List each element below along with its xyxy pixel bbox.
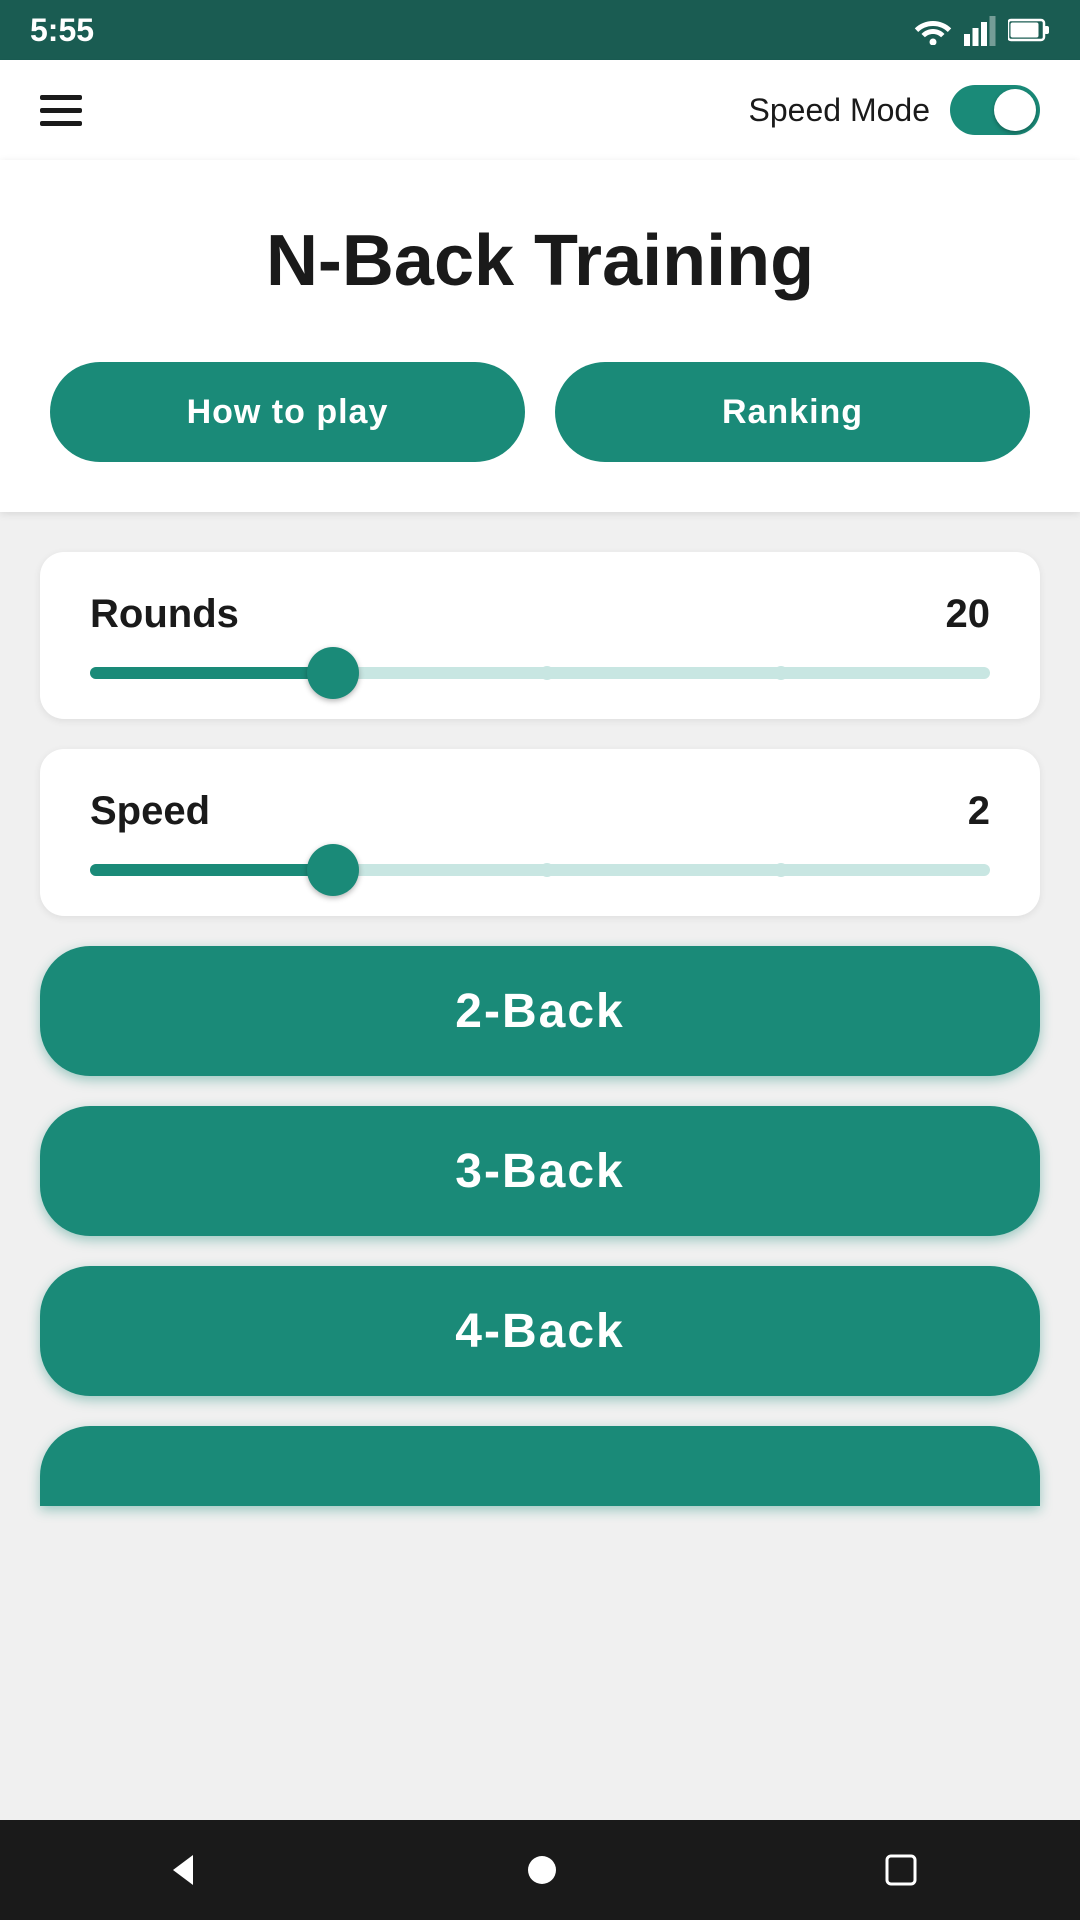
speed-label: Speed	[90, 789, 210, 834]
speed-slider-track[interactable]	[90, 864, 990, 876]
back-button[interactable]	[161, 1850, 201, 1890]
hero-buttons: How to play Ranking	[50, 362, 1030, 462]
rounds-value: 20	[946, 592, 991, 637]
rounds-slider-dot-2	[774, 666, 788, 680]
back-icon	[161, 1850, 201, 1890]
speed-mode-toggle[interactable]	[950, 85, 1040, 135]
hamburger-menu-button[interactable]	[40, 95, 82, 126]
speed-slider-dot-2	[774, 863, 788, 877]
three-back-button[interactable]: 3-Back	[40, 1106, 1040, 1236]
four-back-button[interactable]: 4-Back	[40, 1266, 1040, 1396]
rounds-slider-header: Rounds 20	[90, 592, 990, 637]
status-time: 5:55	[30, 12, 94, 49]
home-button[interactable]	[522, 1850, 562, 1890]
two-back-button[interactable]: 2-Back	[40, 946, 1040, 1076]
speed-mode-label: Speed Mode	[749, 92, 930, 129]
speed-slider-dot-1	[540, 863, 554, 877]
speed-slider-card: Speed 2	[40, 749, 1040, 916]
rounds-label: Rounds	[90, 592, 239, 637]
battery-icon	[1008, 18, 1050, 42]
bottom-nav	[0, 1820, 1080, 1920]
ranking-button[interactable]: Ranking	[555, 362, 1030, 462]
recents-icon	[883, 1852, 919, 1888]
app-bar: Speed Mode	[0, 60, 1080, 160]
app-title: N-Back Training	[50, 220, 1030, 302]
speed-slider-header: Speed 2	[90, 789, 990, 834]
status-bar: 5:55	[0, 0, 1080, 60]
how-to-play-button[interactable]: How to play	[50, 362, 525, 462]
rounds-slider-thumb[interactable]	[307, 647, 359, 699]
home-icon	[522, 1850, 562, 1890]
five-back-button-partial[interactable]	[40, 1426, 1040, 1506]
main-content: Rounds 20 Speed 2 2-Back 3-Back 4-Back	[0, 512, 1080, 1546]
speed-value: 2	[968, 789, 990, 834]
rounds-slider-card: Rounds 20	[40, 552, 1040, 719]
recents-button[interactable]	[883, 1852, 919, 1888]
speed-slider-thumb[interactable]	[307, 844, 359, 896]
rounds-slider-dot-1	[540, 666, 554, 680]
speed-slider-fill	[90, 864, 333, 876]
status-icons	[914, 14, 1050, 46]
rounds-slider-fill	[90, 667, 333, 679]
toggle-knob	[994, 89, 1036, 131]
signal-icon	[964, 14, 996, 46]
hero-card: N-Back Training How to play Ranking	[0, 160, 1080, 512]
speed-mode-container: Speed Mode	[749, 85, 1040, 135]
rounds-slider-track[interactable]	[90, 667, 990, 679]
wifi-icon	[914, 15, 952, 45]
